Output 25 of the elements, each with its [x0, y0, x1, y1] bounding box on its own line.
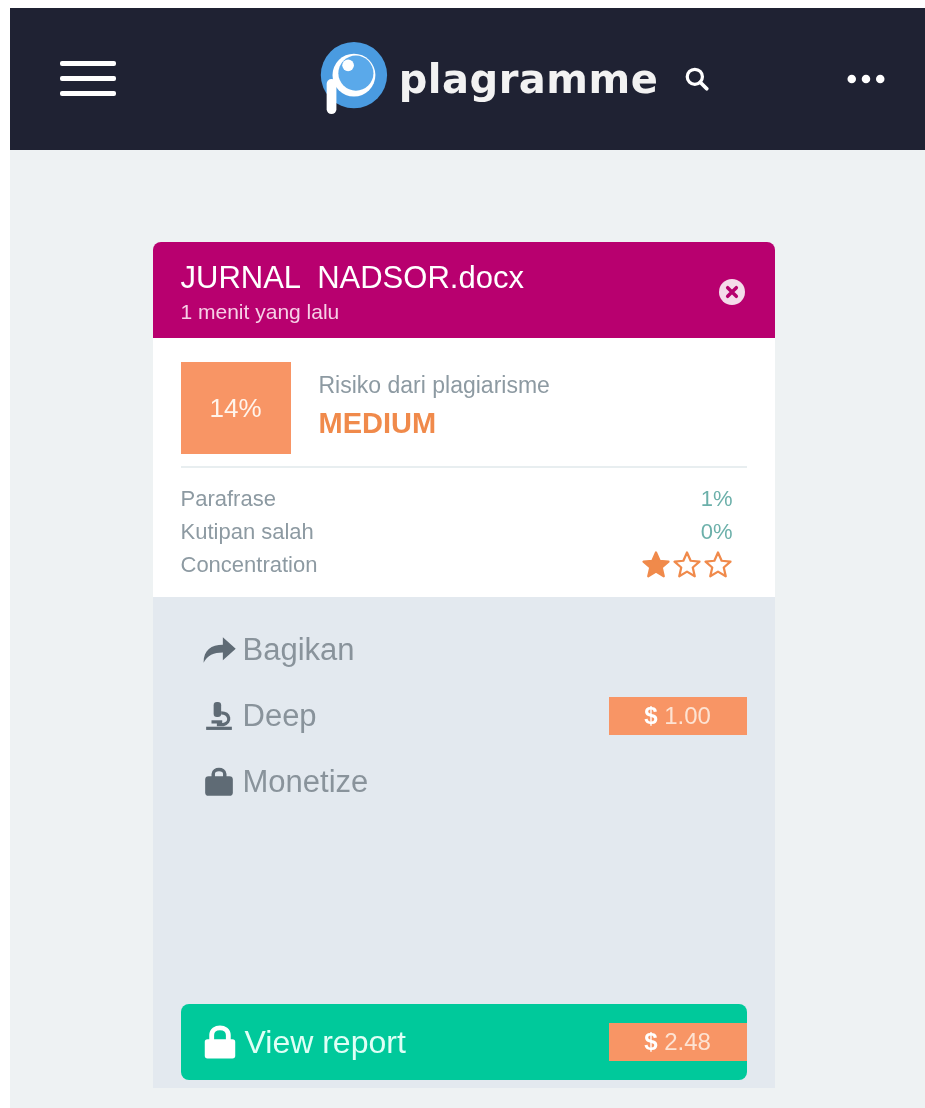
view-report-button[interactable]: View report $ 2.48 [180, 1004, 747, 1080]
metric-value: 0% [700, 518, 733, 545]
metric-label: Concentration [180, 551, 318, 578]
action-link[interactable]: Monetize [200, 764, 369, 800]
menu-icon[interactable] [60, 61, 116, 97]
more-icon[interactable] [847, 74, 885, 84]
risk-percent: 14% [180, 362, 291, 454]
action-link[interactable]: Deep [200, 698, 317, 734]
metric-label: Kutipan salah [180, 518, 314, 545]
metric-value: 1% [700, 485, 733, 512]
document-time: 1 menit yang lalu [180, 300, 341, 324]
close-icon[interactable] [718, 279, 745, 305]
price-tag: $ 1.00 [608, 697, 747, 735]
document-title: JURNAL NADSOR.docx [180, 260, 524, 296]
price-tag: $ 2.48 [608, 1023, 747, 1061]
empty-star-icon [671, 549, 702, 580]
risk-label: Risiko dari plagiarisme [318, 372, 550, 399]
search-icon[interactable] [684, 66, 711, 92]
risk-level: MEDIUM [318, 407, 438, 440]
brand-name: plagramme [398, 56, 659, 102]
action-link[interactable]: Bagikan [200, 632, 355, 668]
metric-label: Parafrase [180, 485, 276, 512]
empty-star-icon [702, 549, 733, 580]
filled-star-icon [640, 549, 671, 580]
lock-icon [202, 1024, 237, 1060]
